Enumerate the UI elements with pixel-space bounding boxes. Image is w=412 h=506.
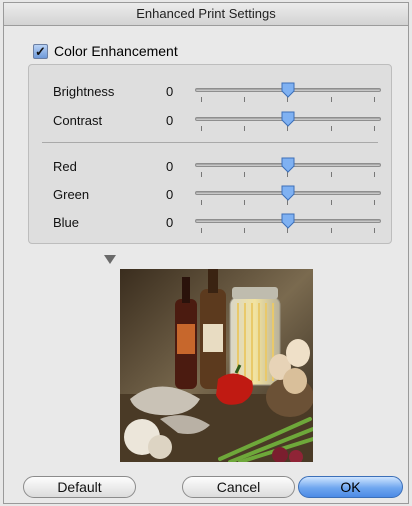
slider-tick — [331, 172, 332, 177]
dialog-title: Enhanced Print Settings — [4, 3, 408, 26]
slider-tick — [201, 228, 202, 233]
slider-tick — [331, 97, 332, 102]
slider-tick — [374, 228, 375, 233]
slider-tick — [244, 97, 245, 102]
cancel-button[interactable]: Cancel — [182, 476, 295, 498]
red-label: Red — [53, 159, 77, 174]
slider-tick — [244, 126, 245, 131]
green-row: Green 0 — [29, 184, 391, 206]
blue-label: Blue — [53, 215, 80, 230]
red-row: Red 0 — [29, 156, 391, 178]
brightness-row: Brightness 0 — [29, 81, 391, 103]
contrast-slider[interactable] — [195, 110, 381, 132]
slider-tick — [331, 228, 332, 233]
color-enhancement-row[interactable]: ✓ Color Enhancement — [33, 42, 178, 60]
slider-tick — [244, 228, 245, 233]
group-divider — [42, 142, 378, 143]
slider-tick — [374, 200, 375, 205]
blue-row: Blue 0 — [29, 212, 391, 234]
slider-thumb-icon[interactable] — [281, 213, 295, 229]
color-enhancement-checkbox[interactable]: ✓ — [33, 43, 48, 59]
green-value: 0 — [166, 187, 174, 202]
brightness-slider[interactable] — [195, 81, 381, 103]
print-settings-dialog: Enhanced Print Settings ✓ Color Enhancem… — [3, 2, 409, 504]
slider-tick — [201, 172, 202, 177]
green-label: Green — [53, 187, 90, 202]
slider-tick — [374, 126, 375, 131]
contrast-label: Contrast — [53, 113, 103, 128]
enhancement-group: Brightness 0 Contrast 0 Red 0 Green 0 Bl… — [28, 64, 392, 244]
slider-tick — [374, 97, 375, 102]
slider-tick — [331, 200, 332, 205]
blue-value: 0 — [166, 215, 174, 230]
slider-tick — [331, 126, 332, 131]
blue-slider[interactable] — [195, 212, 381, 234]
red-value: 0 — [166, 159, 174, 174]
green-slider[interactable] — [195, 184, 381, 206]
contrast-row: Contrast 0 — [29, 110, 391, 132]
slider-tick — [374, 172, 375, 177]
red-slider[interactable] — [195, 156, 381, 178]
brightness-label: Brightness — [53, 84, 115, 99]
preview-image — [120, 269, 313, 462]
contrast-value: 0 — [166, 113, 174, 128]
slider-tick — [201, 126, 202, 131]
color-enhancement-label[interactable]: Color Enhancement — [54, 43, 178, 59]
slider-thumb-icon[interactable] — [281, 185, 295, 201]
slider-tick — [244, 200, 245, 205]
checkmark-icon: ✓ — [35, 43, 46, 59]
slider-tick — [244, 172, 245, 177]
slider-thumb-icon[interactable] — [281, 111, 295, 127]
disclosure-triangle-icon[interactable] — [104, 255, 116, 264]
slider-thumb-icon[interactable] — [281, 82, 295, 98]
ok-button[interactable]: OK — [298, 476, 403, 498]
default-button[interactable]: Default — [23, 476, 136, 498]
slider-tick — [201, 200, 202, 205]
slider-tick — [201, 97, 202, 102]
slider-thumb-icon[interactable] — [281, 157, 295, 173]
brightness-value: 0 — [166, 84, 174, 99]
